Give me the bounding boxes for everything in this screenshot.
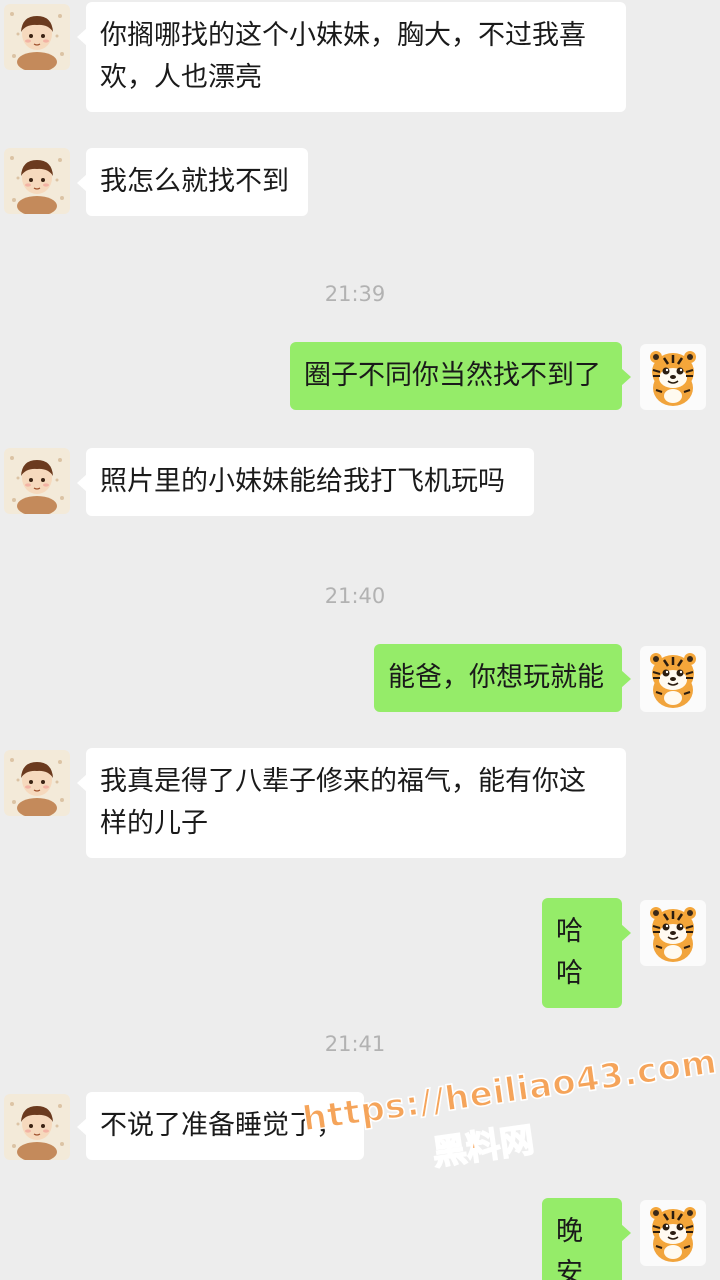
friend-avatar-icon[interactable]	[4, 4, 70, 70]
outgoing-message-bubble[interactable]: 晚安	[542, 1198, 631, 1280]
friend-avatar-icon[interactable]	[4, 750, 70, 816]
self-avatar-icon[interactable]	[640, 344, 706, 410]
message-timestamp: 21:39	[324, 282, 386, 306]
chat-area[interactable]: 你搁哪找的这个小妹妹，胸大，不过我喜欢，人也漂亮 我怎么就找不到 21:39 圈…	[0, 0, 720, 1280]
friend-avatar-icon[interactable]	[4, 148, 70, 214]
message-timestamp: 21:41	[324, 1032, 386, 1056]
watermark: https://heiliao43.com 黑料网	[299, 1041, 720, 1229]
outgoing-message-bubble[interactable]: 能爸，你想玩就能	[374, 644, 631, 712]
friend-avatar-icon[interactable]	[4, 1094, 70, 1160]
incoming-message-bubble[interactable]: 我真是得了八辈子修来的福气，能有你这样的儿子	[77, 748, 626, 858]
outgoing-message-bubble[interactable]: 哈哈	[542, 898, 631, 1008]
incoming-message-bubble[interactable]: 你搁哪找的这个小妹妹，胸大，不过我喜欢，人也漂亮	[77, 2, 626, 112]
message-timestamp: 21:40	[324, 584, 386, 608]
friend-avatar-icon[interactable]	[4, 448, 70, 514]
incoming-message-bubble[interactable]: 我怎么就找不到	[77, 148, 308, 216]
self-avatar-icon[interactable]	[640, 646, 706, 712]
self-avatar-icon[interactable]	[640, 1200, 706, 1266]
incoming-message-bubble[interactable]: 照片里的小妹妹能给我打飞机玩吗	[77, 448, 534, 516]
outgoing-message-bubble[interactable]: 圈子不同你当然找不到了	[290, 342, 631, 410]
self-avatar-icon[interactable]	[640, 900, 706, 966]
